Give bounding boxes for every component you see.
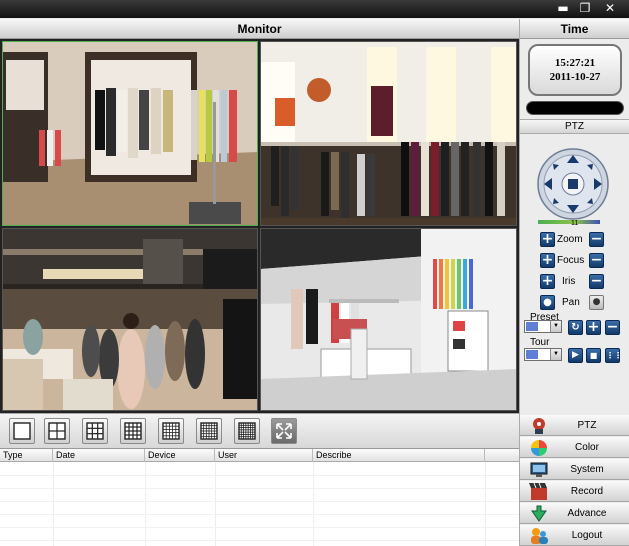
clock-date: 2011-10-27 — [549, 71, 601, 83]
tour-label: Tour — [530, 337, 550, 348]
menu-label: Logout — [571, 530, 603, 541]
system-icon — [529, 460, 549, 479]
iris-close-button[interactable]: − — [589, 274, 604, 289]
table-row — [0, 488, 519, 489]
camera-view-3[interactable] — [2, 228, 258, 411]
preset-remove-button[interactable]: − — [605, 320, 620, 335]
chevron-down-icon: ▼ — [550, 349, 561, 360]
ptz-section-title: PTZ — [520, 119, 629, 134]
minimize-icon[interactable]: ▬ — [554, 1, 572, 16]
table-row — [0, 501, 519, 502]
menu-label: PTZ — [577, 420, 597, 431]
chevron-down-icon: ▼ — [550, 321, 561, 332]
system-menu-button[interactable]: System — [520, 459, 629, 480]
pan-stop-button[interactable]: ● — [589, 295, 604, 310]
grid-4x4-icon — [124, 422, 142, 440]
focus-out-button[interactable]: − — [589, 253, 604, 268]
table-row — [0, 540, 519, 541]
menu-label: Record — [570, 486, 604, 497]
zoom-control: + Zoom − — [520, 231, 629, 249]
tour-select[interactable]: ▼ — [524, 348, 562, 361]
color-icon — [529, 438, 549, 457]
time-panel-title: Time — [520, 19, 629, 39]
focus-label: Focus — [557, 255, 585, 266]
close-icon[interactable]: ✕ — [601, 1, 619, 16]
camera-view-4[interactable] — [260, 228, 517, 411]
column-header-date[interactable]: Date — [53, 449, 145, 462]
clock-display: 15:27:21 2011-10-27 — [528, 44, 622, 96]
grid-5x5-icon — [162, 422, 180, 440]
zoom-label: Zoom — [557, 234, 583, 245]
event-log-table[interactable]: Type Date Device User Describe — [0, 448, 519, 546]
restore-icon[interactable]: ❐ — [576, 1, 594, 16]
layout-toolbar — [0, 413, 519, 448]
record-icon — [529, 482, 549, 501]
camera-view-1[interactable] — [2, 41, 258, 226]
table-row — [0, 475, 519, 476]
table-row — [0, 514, 519, 515]
preset-select[interactable]: ▼ — [524, 320, 562, 333]
tour-play-button[interactable]: ▶ — [568, 348, 583, 363]
advance-menu-button[interactable]: Advance — [520, 503, 629, 524]
zoom-in-button[interactable]: + — [540, 232, 555, 247]
layout-fullscreen-button[interactable] — [271, 418, 297, 444]
table-row — [0, 527, 519, 528]
layout-1x1-button[interactable] — [9, 418, 35, 444]
column-header-device[interactable]: Device — [145, 449, 215, 462]
layout-2x2-button[interactable] — [44, 418, 70, 444]
layout-6x6-button[interactable] — [196, 418, 222, 444]
layout-5x5-button[interactable] — [158, 418, 184, 444]
grid-6x6-icon — [200, 422, 218, 440]
control-panel: Time 15:27:21 2011-10-27 PTZ 11 + Zoom − — [519, 19, 629, 546]
grid-7x7-icon — [238, 422, 256, 440]
dvr-client-window: ▬ ❐ ✕ Monitor Type Date Device User Desc… — [0, 0, 629, 546]
ptz-direction-pad[interactable] — [536, 147, 610, 221]
iris-control: + Iris − — [520, 273, 629, 291]
focus-in-button[interactable]: + — [540, 253, 555, 268]
logout-menu-button[interactable]: Logout — [520, 525, 629, 546]
tour-grid-button[interactable]: ⋮⋮ — [605, 348, 622, 363]
grid-2x2-icon — [48, 422, 66, 440]
layout-3x3-button[interactable] — [82, 418, 108, 444]
ptz-icon — [529, 416, 549, 435]
menu-label: Color — [575, 442, 599, 453]
pan-start-button[interactable]: ● — [540, 295, 555, 310]
fullscreen-icon — [276, 423, 292, 439]
layout-7x7-button[interactable] — [234, 418, 260, 444]
grid-3x3-icon — [86, 422, 104, 440]
column-header-describe[interactable]: Describe — [313, 449, 485, 462]
iris-open-button[interactable]: + — [540, 274, 555, 289]
clock-time: 15:27:21 — [554, 57, 596, 69]
iris-label: Iris — [562, 276, 576, 287]
stop-icon[interactable] — [568, 179, 578, 189]
ptz-speed-value: 11 — [571, 220, 579, 227]
preset-call-button[interactable]: ↻ — [568, 320, 583, 335]
window-titlebar: ▬ ❐ ✕ — [0, 0, 629, 18]
menu-label: Advance — [567, 508, 607, 519]
advance-icon — [529, 504, 549, 523]
video-grid — [0, 39, 519, 413]
ptz-speed-slider[interactable] — [538, 220, 600, 224]
preset-add-button[interactable]: + — [586, 320, 601, 335]
zoom-out-button[interactable]: − — [589, 232, 604, 247]
focus-control: + Focus − — [520, 252, 629, 270]
layout-4x4-button[interactable] — [120, 418, 146, 444]
camera-view-2[interactable] — [260, 41, 517, 226]
log-table-header: Type Date Device User Describe — [0, 449, 519, 462]
logout-icon — [529, 526, 549, 545]
grid-1x1-icon — [13, 422, 31, 440]
menu-label: System — [570, 464, 604, 475]
tour-stop-button[interactable]: ■ — [586, 348, 601, 363]
record-menu-button[interactable]: Record — [520, 481, 629, 502]
status-bar-display — [526, 101, 624, 115]
monitor-title: Monitor — [0, 19, 519, 39]
color-menu-button[interactable]: Color — [520, 437, 629, 458]
ptz-menu-button[interactable]: PTZ — [520, 415, 629, 436]
pan-label: Pan — [562, 297, 580, 308]
pan-control: ● Pan ● — [520, 294, 629, 312]
column-header-user[interactable]: User — [215, 449, 313, 462]
column-header-type[interactable]: Type — [0, 449, 53, 462]
